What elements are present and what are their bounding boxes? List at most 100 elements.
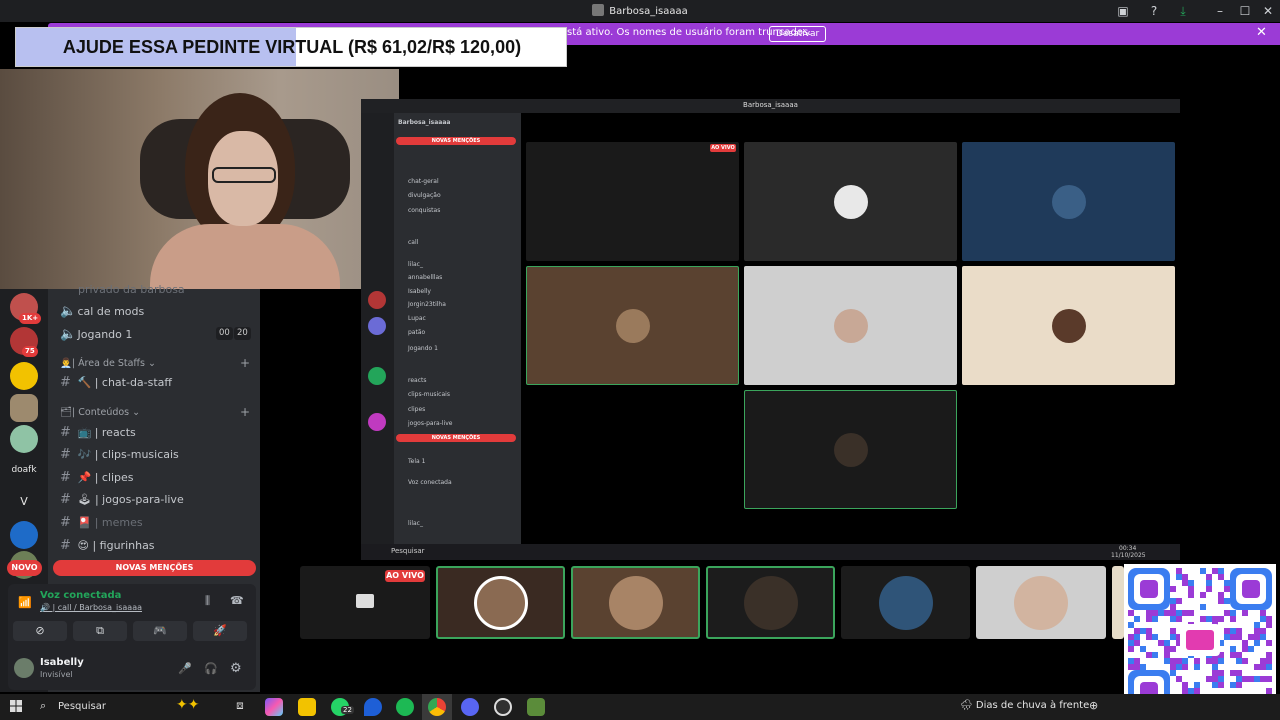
qr-module [1224,610,1230,616]
app-icon [592,4,605,16]
participant-tile[interactable] [436,566,565,639]
qr-module [1134,628,1140,634]
participant-tile [962,266,1175,385]
participant-avatar [473,575,528,630]
qr-module [1266,664,1272,670]
disconnect-icon[interactable]: ☎ [230,594,244,607]
inner-search: Pesquisar [391,547,425,555]
activity-button[interactable]: 🎮 [133,621,187,641]
participant-tile[interactable] [706,566,835,639]
whatsapp-badge: 22 [341,706,354,714]
server-icon[interactable] [10,362,38,390]
participant-tile [962,142,1175,261]
new-pill[interactable]: NOVO [7,560,42,576]
inner-mentions: NOVAS MENÇÕES [396,434,516,442]
qr-module [1128,664,1134,670]
qr-module [1170,616,1176,622]
camera-off-button[interactable]: ⊘ [13,621,67,641]
participant-avatar [608,575,663,630]
new-mentions-button[interactable]: NOVAS MENÇÕES [53,560,256,576]
server-icon[interactable] [10,394,38,422]
inner-server-icon [368,291,386,309]
qr-module [1260,664,1266,670]
chrome-icon[interactable] [428,698,446,716]
qr-module [1230,652,1236,658]
add-channel-icon[interactable]: + [240,405,250,419]
participant-tile[interactable] [841,566,970,639]
channel-jogos[interactable]: # 🕹 | jogos-para-live [60,492,184,512]
weather-widget[interactable]: 🌧 Dias de chuva à frente [960,700,1089,711]
qr-module [1254,634,1260,640]
server-icon[interactable] [10,425,38,453]
maximize-icon[interactable]: ☐ [1237,3,1253,19]
obs-icon[interactable] [494,698,512,716]
participant-tile [744,390,957,509]
spotify-icon[interactable] [396,698,414,716]
mic-icon[interactable]: 🎤 [178,662,192,675]
file-explorer-icon[interactable] [298,698,316,716]
channel-clipes[interactable]: # 📌 | clipes [60,470,134,490]
qr-module [1128,634,1134,640]
qr-module [1158,610,1164,616]
qr-module [1146,610,1152,616]
qr-module [1170,604,1176,610]
disable-button[interactable]: Desativar [769,26,827,42]
server-v[interactable]: V [6,495,42,508]
inbox-icon[interactable]: ▣ [1115,3,1131,19]
participant-tile[interactable] [571,566,700,639]
qr-module [1170,610,1176,616]
category-content[interactable]: 🗂| Conteúdos ⌄ [60,407,140,418]
server-icon[interactable] [10,521,38,549]
participant-tile[interactable] [976,566,1106,639]
qr-module [1218,682,1224,688]
channel-figurinhas[interactable]: # 😍 | figurinhas [60,538,155,558]
inner-live-badge: AO VIVO [710,144,736,152]
channel-clips-musicais[interactable]: # 🎶 | clips-musicais [60,447,179,467]
qr-module [1218,574,1224,580]
voice-status: Voz conectada [40,590,122,601]
banner-close-icon[interactable]: ✕ [1256,25,1267,40]
help-icon[interactable]: ? [1146,3,1162,19]
screen-share-button[interactable]: ⧉ [73,621,127,641]
edge-icon[interactable] [364,698,382,716]
qr-module [1164,658,1170,664]
voice-channel-mods[interactable]: 🔈 cal de mods [60,304,144,324]
inner-server-list [361,113,394,544]
voice-panel: 📶 Voz conectada 🔊 | call / Barbosa_isaaa… [8,584,256,690]
channel-reacts[interactable]: # 📺 | reacts [60,425,136,445]
channel-memes[interactable]: # 🎴 | memes [60,515,143,535]
minecraft-icon[interactable] [527,698,545,716]
soundboard-button[interactable]: 🚀 [193,621,247,641]
voice-channel-link[interactable]: 🔊 | call / Barbosa_isaaaa [40,603,142,612]
channel-staff[interactable]: # 🔨 | chat-da-staff [60,375,172,395]
discord-icon[interactable] [461,698,479,716]
windows-start-icon[interactable] [10,700,22,712]
qr-module [1206,580,1212,586]
qr-module [1230,616,1236,622]
task-view-icon[interactable]: ⧈ [231,698,249,716]
avatar[interactable] [14,658,34,678]
hash-icon: # [60,470,71,485]
gear-icon[interactable]: ⚙ [230,661,242,676]
category-staff[interactable]: 👨‍💼| Área de Staffs ⌄ [60,358,156,369]
user-name: Isabelly [40,657,84,668]
inner-channel-item: clips-musicais [408,391,450,398]
signal-icon[interactable]: 📶 [18,596,32,609]
qr-module [1182,580,1188,586]
copilot-icon[interactable] [265,698,283,716]
soundboard-icon[interactable]: ⫼ [205,594,210,608]
title-bar: Barbosa_isaaaa ▣ ? ⤓ – ☐ ✕ [0,0,1280,22]
add-channel-icon[interactable]: + [240,356,250,370]
close-icon[interactable]: ✕ [1260,3,1276,19]
channel-item[interactable]: privado da barbosa [78,283,185,303]
tray-icon[interactable]: ⊕ [1089,699,1098,712]
minimize-icon[interactable]: – [1212,3,1228,19]
inner-channel-item: divulgação [408,192,441,199]
voice-channel-jogando[interactable]: 🔈 Jogando 1 00 20 [60,327,251,347]
download-icon[interactable]: ⤓ [1175,3,1191,19]
participant-tile[interactable] [1112,566,1124,639]
taskbar-search[interactable]: ⌕ Pesquisar ✦✦ [32,697,222,716]
server-doafk[interactable]: doafk [6,465,42,475]
qr-module [1170,670,1176,676]
headphones-icon[interactable]: 🎧 [204,662,218,675]
